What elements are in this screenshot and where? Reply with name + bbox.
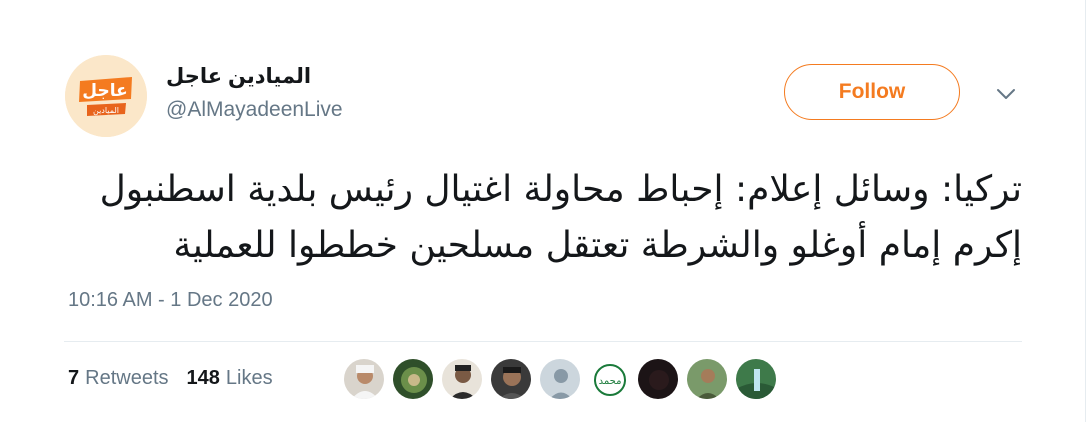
- retweets-stat[interactable]: 7 Retweets: [68, 367, 169, 390]
- engagement-stats: 7 Retweets 148 Likes: [68, 367, 291, 390]
- tweet-timestamp[interactable]: 10:16 AM - 1 Dec 2020: [68, 289, 273, 312]
- svg-text:عاجل: عاجل: [82, 81, 127, 101]
- display-name[interactable]: الميادين عاجل: [166, 64, 311, 89]
- liker-avatar[interactable]: [637, 358, 679, 400]
- liker-avatar[interactable]: [539, 358, 581, 400]
- user-handle[interactable]: @AlMayadeenLive: [166, 98, 343, 122]
- chevron-down-icon[interactable]: [993, 84, 1019, 104]
- al-mayadeen-logo: عاجل الميادين: [65, 55, 147, 137]
- svg-text:الميادين: الميادين: [93, 106, 119, 115]
- tweet-text: تركيا: وسائل إعلام: إحباط محاولة اغتيال …: [60, 162, 1022, 274]
- liker-avatar[interactable]: [392, 358, 434, 400]
- liker-avatar[interactable]: محمد: [588, 358, 630, 400]
- tweet-line-1: تركيا: وسائل إعلام: إحباط محاولة اغتيال …: [99, 169, 1022, 210]
- retweets-label: Retweets: [85, 367, 169, 389]
- retweets-count: 7: [68, 367, 80, 389]
- liker-avatar[interactable]: [686, 358, 728, 400]
- avatar[interactable]: عاجل الميادين: [65, 55, 147, 137]
- svg-text:محمد: محمد: [599, 376, 622, 387]
- liker-avatar[interactable]: [735, 358, 777, 400]
- tweet-line-2: إكرم إمام أوغلو والشرطة تعتقل مسلحين خطط…: [173, 225, 1022, 266]
- likes-count: 148: [186, 367, 220, 389]
- divider: [64, 341, 1022, 342]
- likes-label: Likes: [225, 367, 273, 389]
- liker-avatar[interactable]: [490, 358, 532, 400]
- tweet-card: عاجل الميادين الميادين عاجل @AlMayadeenL…: [0, 0, 1086, 422]
- liker-avatar[interactable]: [343, 358, 385, 400]
- likes-stat[interactable]: 148 Likes: [187, 367, 273, 390]
- likers-avatars: محمد: [343, 358, 784, 400]
- liker-avatar[interactable]: [441, 358, 483, 400]
- follow-button[interactable]: Follow: [784, 64, 960, 120]
